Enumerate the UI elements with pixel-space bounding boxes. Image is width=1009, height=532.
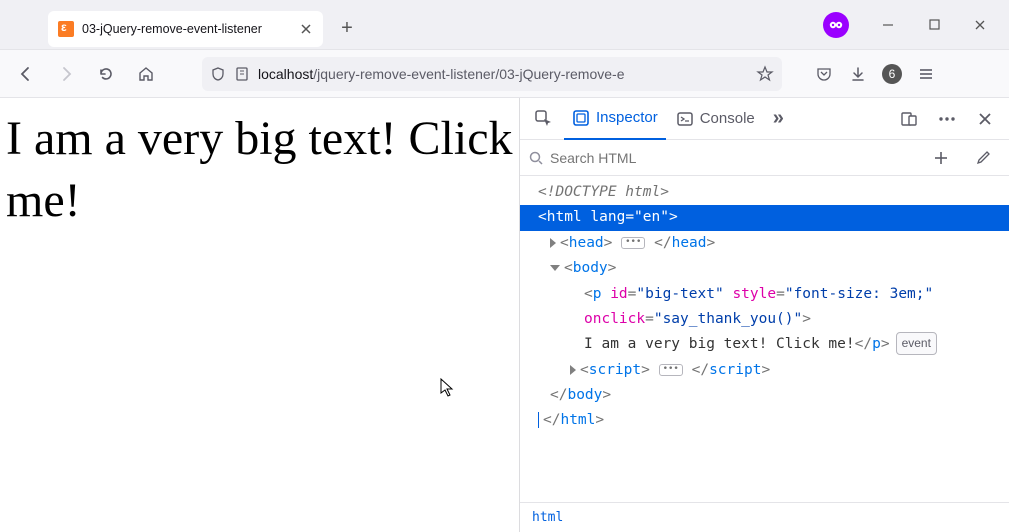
breadcrumb-html[interactable]: html (532, 510, 563, 525)
element-picker-button[interactable] (526, 109, 562, 129)
main-area: I am a very big text! Click me! Inspecto… (0, 98, 1009, 532)
search-html-input[interactable] (550, 150, 917, 166)
new-tab-button[interactable]: + (333, 15, 361, 43)
mouse-cursor-icon (440, 378, 456, 398)
devtools-menu-button[interactable] (929, 116, 965, 122)
reload-button[interactable] (90, 58, 122, 90)
devtools-search-row (520, 140, 1009, 176)
forward-button[interactable] (50, 58, 82, 90)
xampp-icon (58, 21, 74, 37)
page-info-icon[interactable] (234, 66, 250, 82)
window-controls (865, 9, 1003, 41)
home-button[interactable] (130, 58, 162, 90)
bookmark-star-icon[interactable] (756, 65, 774, 83)
big-text-paragraph[interactable]: I am a very big text! Click me! (6, 108, 513, 233)
head-node[interactable]: <head> ••• </head> (520, 231, 1009, 256)
downloads-icon[interactable] (842, 58, 874, 90)
url-text[interactable]: localhost/jquery-remove-event-listener/0… (258, 66, 748, 82)
devtools-tabs: Inspector Console » (520, 98, 1009, 140)
inspector-tab-label: Inspector (596, 109, 658, 126)
window-titlebar: 03-jQuery-remove-event-listener + (0, 0, 1009, 50)
eyedropper-button[interactable] (965, 150, 1001, 166)
inspector-tab[interactable]: Inspector (564, 98, 666, 140)
p-node-open[interactable]: <p id="big-text" style="font-size: 3em;" (520, 282, 1009, 307)
browser-tab[interactable]: 03-jQuery-remove-event-listener (48, 11, 323, 47)
back-button[interactable] (10, 58, 42, 90)
console-tab-label: Console (700, 110, 755, 127)
script-node[interactable]: <script> ••• </script> (520, 358, 1009, 383)
url-bar[interactable]: localhost/jquery-remove-event-listener/0… (202, 57, 782, 91)
console-tab[interactable]: Console (668, 98, 763, 140)
account-badge[interactable]: 6 (876, 58, 908, 90)
extension-icon[interactable] (823, 12, 849, 38)
breadcrumb[interactable]: html (520, 502, 1009, 532)
close-tab-button[interactable] (297, 20, 315, 38)
tab-title: 03-jQuery-remove-event-listener (82, 22, 289, 36)
close-devtools-button[interactable] (967, 112, 1003, 126)
body-close[interactable]: </body> (520, 383, 1009, 408)
p-text-node[interactable]: I am a very big text! Click me!</p>event (520, 332, 1009, 357)
minimize-button[interactable] (865, 9, 911, 41)
close-window-button[interactable] (957, 9, 1003, 41)
body-node[interactable]: <body> (520, 256, 1009, 281)
page-content: I am a very big text! Click me! (0, 98, 519, 532)
html-node[interactable]: <html lang="en"> (520, 205, 1009, 230)
html-close[interactable]: </html> (520, 408, 1009, 433)
search-icon (528, 150, 544, 166)
event-badge[interactable]: event (896, 332, 937, 355)
shield-icon (210, 66, 226, 82)
browser-toolbar: localhost/jquery-remove-event-listener/0… (0, 50, 1009, 98)
app-menu-button[interactable] (910, 58, 942, 90)
add-element-button[interactable] (923, 150, 959, 166)
doctype-node[interactable]: <!DOCTYPE html> (538, 184, 669, 200)
devtools-panel: Inspector Console » (519, 98, 1009, 532)
responsive-design-button[interactable] (891, 110, 927, 128)
pocket-icon[interactable] (808, 58, 840, 90)
maximize-button[interactable] (911, 9, 957, 41)
dom-tree[interactable]: <!DOCTYPE html> <html lang="en"> <head> … (520, 176, 1009, 502)
more-tabs-button[interactable]: » (765, 98, 792, 140)
p-node-onclick[interactable]: onclick="say_thank_you()"> (520, 307, 1009, 332)
